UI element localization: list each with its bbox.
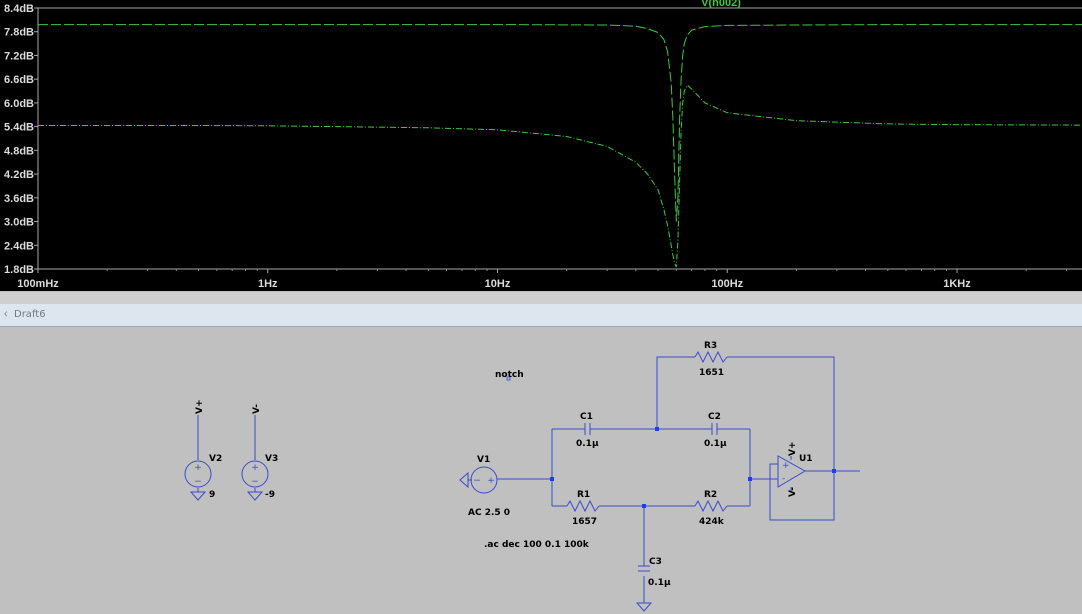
x-tick-label: 1Hz [258,278,278,290]
x-tick-label: 100Hz [711,278,743,290]
trace-line-upper[interactable] [38,24,1082,222]
tab-draft6[interactable]: Draft6 [14,309,46,320]
junction-dot [550,477,554,481]
label-r3-name: R3 [704,341,717,351]
ground-icon [246,491,264,501]
v2-minus-sign: − [194,477,202,487]
y-tick-label: 6.0dB [4,98,34,110]
v3-plus-sign: + [251,463,259,473]
resistor-r3[interactable] [694,350,728,364]
y-tick-label: 6.6dB [4,74,34,86]
opamp-minus-input-sign: - [782,474,785,484]
junction-dot [832,469,836,473]
x-tick-label: 100mHz [17,278,59,290]
label-r1-value[interactable]: 1657 [572,517,597,527]
label-r2-name: R2 [704,490,717,500]
v3-minus-sign: − [251,477,259,487]
net-label-notch[interactable]: notch [495,370,524,380]
waveform-plot-pane[interactable]: 8.4dB 7.8dB 7.2dB 6.6dB 6.0dB 5.4dB 4.8dB 4.2dB… [0,0,1082,291]
v1-minus-sign: − [473,476,481,486]
label-v3-value[interactable]: -9 [265,490,275,500]
label-u1-vplus: V+ [788,441,798,456]
trace-line-lower[interactable] [38,84,1082,268]
y-tick-label: 8.4dB [4,3,34,15]
label-c3-name: C3 [649,557,662,567]
schematic-tab-bar: ᚲ Draft6 [0,304,1082,327]
y-tick-group: 8.4dB 7.8dB 7.2dB 6.6dB 6.0dB 5.4dB 4.8dB 4.2dB… [4,3,38,276]
label-c1-value[interactable]: 0.1µ [576,439,599,449]
y-tick-label: 3.6dB [4,193,34,205]
label-c2-value[interactable]: 0.1µ [704,439,727,449]
x-tick-label: 1KHz [943,278,971,290]
y-tick-label: 7.2dB [4,50,34,62]
label-c2-name: C2 [708,412,721,422]
x-tick-group: 100mHz 1Hz 10Hz 100Hz 1KHz [17,269,1068,290]
y-tick-label: 7.8dB [4,27,34,39]
label-v1-name: V1 [477,455,490,465]
bode-plot-chart[interactable]: 8.4dB 7.8dB 7.2dB 6.6dB 6.0dB 5.4dB 4.8dB 4.2dB… [0,0,1082,291]
label-r2-value[interactable]: 424k [699,517,725,527]
label-v2-name: V2 [209,454,222,464]
label-v3-name: V3 [265,454,278,464]
label-u1-vminus: V- [788,487,798,497]
junction-dot [748,477,752,481]
label-v3-vminus[interactable]: V- [252,404,262,414]
y-tick-label: 2.4dB [4,240,34,252]
v2-plus-sign: + [194,463,202,473]
ground-icon [635,602,653,612]
label-c1-name: C1 [580,412,593,422]
capacitor-c2[interactable] [702,423,728,435]
y-tick-label: 4.8dB [4,145,34,157]
opamp-plus-input-sign: + [782,461,790,471]
junction-dot [655,427,659,431]
label-u1-name: U1 [799,454,813,464]
resistor-r2[interactable] [694,499,728,513]
label-v2-value[interactable]: 9 [209,490,215,500]
y-tick-label: 1.8dB [4,264,34,276]
label-v2-vplus[interactable]: V+ [195,399,205,414]
label-r1-name: R1 [577,490,590,500]
label-v1-value[interactable]: AC 2.5 0 [468,508,510,518]
junction-dot [642,504,646,508]
y-tick-label: 4.2dB [4,169,34,181]
capacitor-c1[interactable] [575,423,600,435]
x-tick-label: 10Hz [485,278,511,290]
v1-plus-sign: + [487,476,495,486]
schematic-icon: ᚲ [2,307,10,321]
pane-separator[interactable] [0,291,1082,305]
y-tick-label: 3.0dB [4,217,34,229]
ground-icon [189,491,207,501]
y-tick-label: 5.4dB [4,122,34,134]
resistor-r1[interactable] [566,499,600,513]
trace-title[interactable]: V(n002) [701,0,741,9]
label-r3-value[interactable]: 1651 [699,368,724,378]
label-c3-value[interactable]: 0.1µ [648,578,671,588]
trace-group [38,24,1082,268]
ground-icon [459,471,469,489]
schematic-canvas[interactable]: + − + − + − + - notch .ac dec 100 0.1 10… [0,327,1082,614]
directive-ac[interactable]: .ac dec 100 0.1 100k [484,540,590,550]
